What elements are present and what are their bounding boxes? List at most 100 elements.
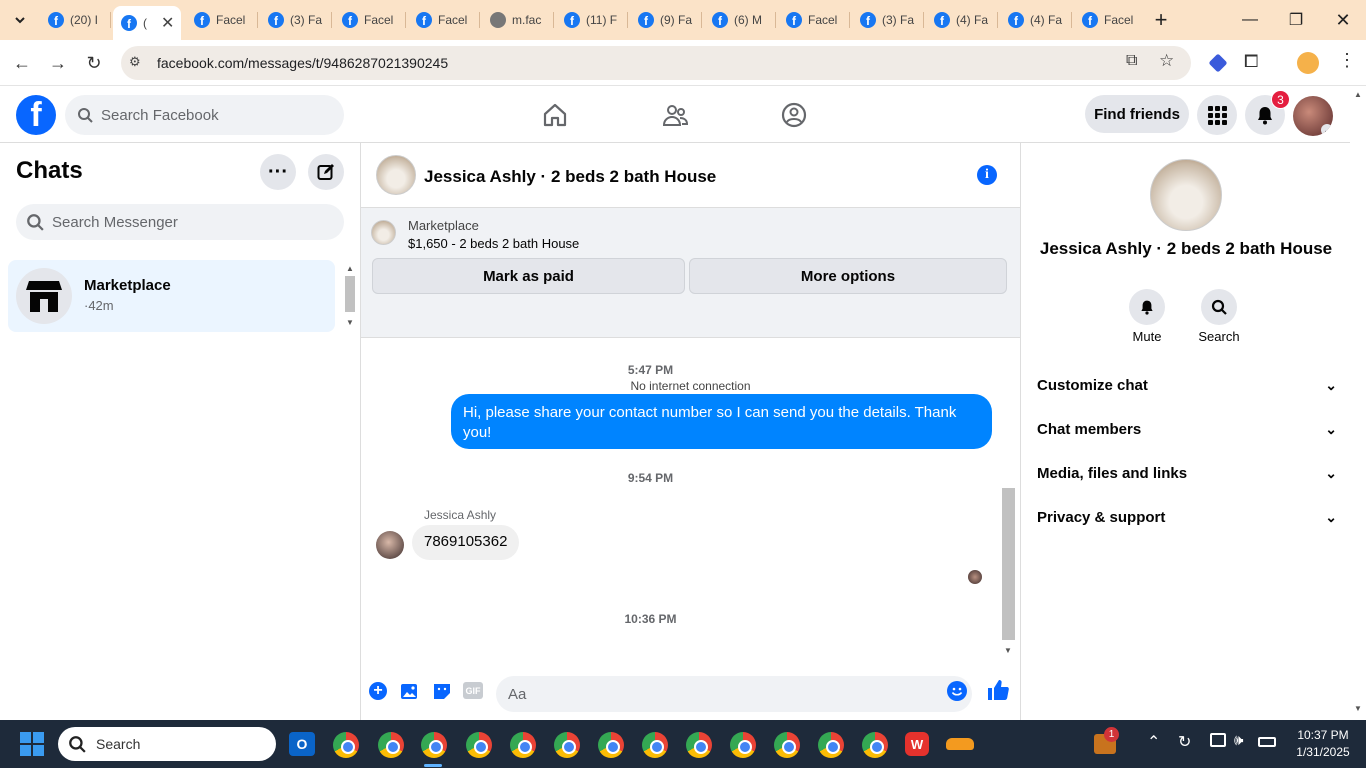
browser-tab[interactable]: f (3) Fa bbox=[260, 6, 328, 34]
scroll-thumb[interactable] bbox=[345, 276, 355, 312]
media-files-links-section[interactable]: Media, files and links ⌄ bbox=[1037, 453, 1337, 493]
browser-tab[interactable]: f (9) Fa bbox=[630, 6, 698, 34]
sent-message-bubble[interactable]: Hi, please share your contact number so … bbox=[451, 394, 992, 449]
browser-tab[interactable]: m.fac bbox=[482, 6, 550, 34]
info-icon[interactable]: i bbox=[977, 165, 997, 185]
new-tab-icon[interactable]: + bbox=[1149, 7, 1173, 32]
listing-avatar[interactable] bbox=[376, 155, 416, 195]
sticker-icon[interactable] bbox=[432, 681, 452, 701]
scroll-up-icon[interactable]: ▲ bbox=[346, 264, 354, 273]
chrome-icon[interactable] bbox=[510, 732, 536, 758]
scroll-down-icon[interactable]: ▼ bbox=[1354, 704, 1362, 713]
back-icon[interactable]: ← bbox=[10, 51, 34, 75]
chat-members-section[interactable]: Chat members ⌄ bbox=[1037, 409, 1337, 449]
more-options-button[interactable]: More options bbox=[689, 258, 1007, 294]
conversation-title[interactable]: Jessica Ashly · 2 beds 2 bath House bbox=[424, 167, 716, 187]
scroll-down-icon[interactable]: ▼ bbox=[1004, 646, 1012, 655]
listing-thumbnail[interactable] bbox=[371, 220, 396, 245]
photo-icon[interactable] bbox=[400, 681, 420, 701]
received-message-bubble[interactable]: 7869105362 bbox=[412, 525, 520, 560]
messenger-search-input[interactable]: Search Messenger bbox=[16, 204, 344, 240]
url-text[interactable]: facebook.com/messages/t/9486287021390245 bbox=[157, 55, 448, 71]
chrome-icon[interactable] bbox=[686, 732, 712, 758]
facebook-logo-icon[interactable]: f bbox=[16, 95, 56, 135]
browser-tab[interactable]: f (11) F bbox=[556, 6, 624, 34]
privacy-support-section[interactable]: Privacy & support ⌄ bbox=[1037, 497, 1337, 537]
scroll-down-icon[interactable]: ▼ bbox=[346, 318, 354, 327]
gif-icon[interactable]: GIF bbox=[463, 682, 483, 699]
browser-tab[interactable]: f (4) Fa bbox=[926, 6, 994, 34]
reload-icon[interactable]: ↻ bbox=[82, 51, 106, 75]
wps-office-icon[interactable]: W bbox=[905, 732, 929, 756]
browser-tab[interactable]: f (20) I bbox=[40, 6, 108, 34]
chrome-icon[interactable] bbox=[378, 732, 404, 758]
maximize-icon[interactable]: ❐ bbox=[1284, 8, 1308, 32]
message-input[interactable]: Aa bbox=[496, 676, 972, 712]
find-friends-button[interactable]: Find friends bbox=[1085, 95, 1189, 133]
chrome-icon[interactable] bbox=[774, 732, 800, 758]
open-in-app-icon[interactable]: ⧉ bbox=[1126, 52, 1137, 70]
battery-icon[interactable] bbox=[1258, 737, 1276, 747]
chrome-icon[interactable] bbox=[730, 732, 756, 758]
browser-tab[interactable]: f Facel bbox=[408, 6, 476, 34]
scroll-thumb[interactable] bbox=[1002, 488, 1015, 640]
minimize-icon[interactable]: — bbox=[1238, 8, 1262, 32]
sender-avatar[interactable] bbox=[376, 531, 404, 559]
thumbs-up-icon[interactable] bbox=[986, 678, 1010, 702]
browser-tab[interactable]: f (3) Fa bbox=[852, 6, 920, 34]
listing-title[interactable]: $1,650 - 2 beds 2 bath House bbox=[408, 236, 579, 251]
cloud-app-icon[interactable] bbox=[946, 738, 974, 750]
page-scrollbar[interactable]: ▲ ▼ bbox=[1350, 86, 1366, 720]
sync-icon[interactable]: ↻ bbox=[1178, 732, 1191, 752]
outlook-icon[interactable]: O bbox=[289, 732, 315, 756]
chrome-icon[interactable] bbox=[554, 732, 580, 758]
chrome-icon-active[interactable] bbox=[421, 732, 447, 758]
forward-icon[interactable]: → bbox=[46, 51, 70, 75]
browser-tab[interactable]: f Facel bbox=[1074, 6, 1142, 34]
site-settings-icon[interactable]: ⚙ bbox=[129, 54, 141, 70]
chrome-icon[interactable] bbox=[333, 732, 359, 758]
extension-cube-icon[interactable] bbox=[1208, 53, 1228, 73]
display-icon[interactable] bbox=[1210, 733, 1226, 747]
plus-icon[interactable]: + bbox=[369, 682, 387, 700]
clock-date[interactable]: 1/31/2025 bbox=[1288, 745, 1358, 759]
profile-icon[interactable] bbox=[1297, 52, 1319, 74]
volume-icon[interactable]: 🕪 bbox=[1234, 732, 1243, 749]
facebook-search-input[interactable]: Search Facebook bbox=[65, 95, 344, 135]
bookmark-star-icon[interactable]: ☆ bbox=[1159, 51, 1174, 71]
browser-tab-active[interactable]: f(✕ bbox=[113, 6, 181, 40]
mute-button[interactable] bbox=[1129, 289, 1165, 325]
customize-chat-section[interactable]: Customize chat ⌄ bbox=[1037, 365, 1337, 405]
chrome-icon[interactable] bbox=[862, 732, 888, 758]
clock-time[interactable]: 10:37 PM bbox=[1288, 728, 1358, 742]
chrome-icon[interactable] bbox=[466, 732, 492, 758]
tab-search-button[interactable] bbox=[8, 8, 32, 32]
search-in-chat-button[interactable] bbox=[1201, 289, 1237, 325]
menu-button[interactable] bbox=[1197, 95, 1237, 135]
scroll-up-icon[interactable]: ▲ bbox=[1354, 90, 1362, 99]
chats-scrollbar[interactable]: ▲ ▼ bbox=[343, 260, 357, 332]
listing-profile-avatar[interactable] bbox=[1150, 159, 1222, 231]
chrome-icon[interactable] bbox=[642, 732, 668, 758]
browser-tab[interactable]: f (6) M bbox=[704, 6, 772, 34]
friends-icon[interactable] bbox=[661, 101, 689, 129]
new-message-button[interactable] bbox=[308, 154, 344, 190]
close-window-icon[interactable]: ✕ bbox=[1331, 8, 1355, 32]
account-avatar[interactable]: ⌄ bbox=[1293, 96, 1333, 136]
windows-start-icon[interactable] bbox=[20, 732, 44, 756]
chrome-icon[interactable] bbox=[818, 732, 844, 758]
browser-tab[interactable]: f Facel bbox=[334, 6, 402, 34]
chat-list-item[interactable]: Marketplace ·42m bbox=[8, 260, 335, 332]
groups-icon[interactable] bbox=[780, 101, 808, 129]
chrome-icon[interactable] bbox=[598, 732, 624, 758]
browser-menu-icon[interactable]: ⋮ bbox=[1338, 50, 1356, 71]
more-options-icon[interactable]: ··· bbox=[260, 154, 296, 190]
home-icon[interactable] bbox=[541, 101, 569, 129]
close-tab-icon[interactable]: ✕ bbox=[161, 13, 174, 33]
browser-tab[interactable]: f Facel bbox=[778, 6, 846, 34]
taskbar-search-input[interactable]: Search bbox=[58, 727, 276, 761]
extensions-puzzle-icon[interactable]: ⧠ bbox=[1244, 51, 1258, 72]
address-bar[interactable]: ⚙ facebook.com/messages/t/94862870213902… bbox=[121, 46, 1191, 80]
mark-as-paid-button[interactable]: Mark as paid bbox=[372, 258, 685, 294]
chevron-up-icon[interactable]: ⌃ bbox=[1147, 732, 1160, 752]
